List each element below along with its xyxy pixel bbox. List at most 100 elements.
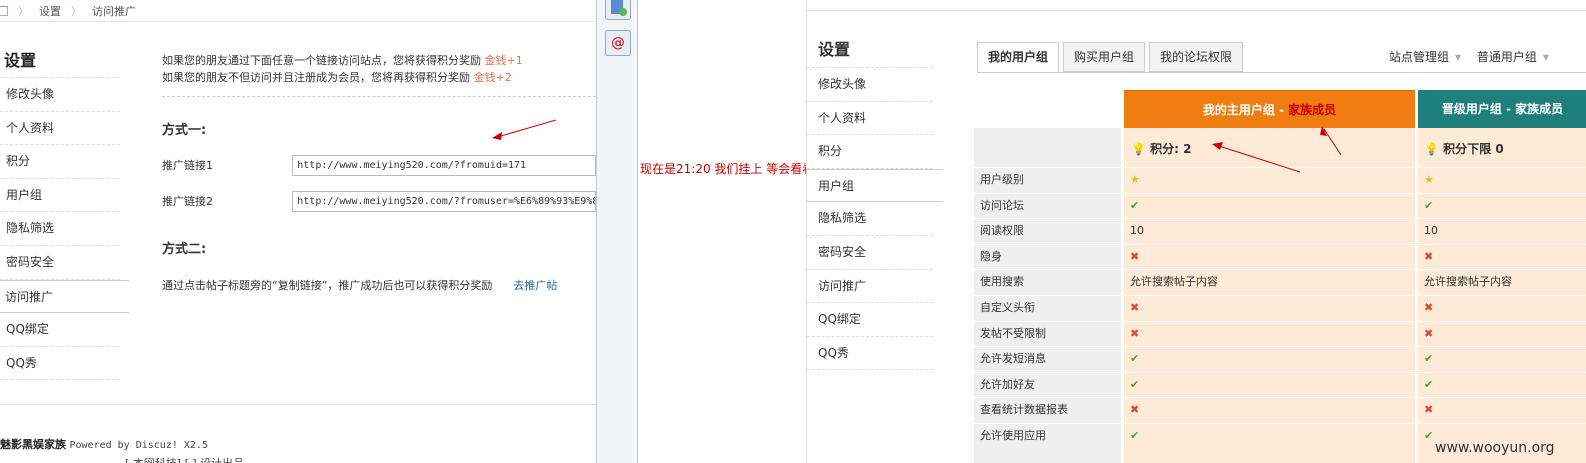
method-two-title: 方式二: [162,242,207,257]
cross-icon: ✖ [1424,403,1434,417]
sidebar-item-profile[interactable]: 个人资料 [0,112,120,146]
current-group-title: 我的主用户组 - [1202,103,1289,117]
sidebar-item-qq-bind[interactable]: QQ绑定 [0,313,120,347]
permission-label: 访问论坛 [980,198,1024,212]
lightbulb-icon: 💡 [1131,142,1146,156]
permission-label: 允许加好友 [980,377,1035,391]
current-group-cell: ✔ [1130,372,1139,397]
sidebar-item-privacy[interactable]: 隐私筛选 [0,212,120,246]
intro-line-2: 如果您的朋友不但访问并且注册成为会员，您将再获得积分奖励 金钱+2 [162,69,596,86]
sidebar-item-avatar[interactable]: 修改头像 [807,68,933,102]
current-group-cell: ✖ [1130,295,1139,320]
reward-badge: 金钱+1 [484,54,523,67]
next-group-cell: 10 [1424,218,1438,243]
link-row-2: 推广链接2 [162,190,596,212]
link-row-1: 推广链接1 [162,154,596,176]
check-icon: ✔ [1424,377,1434,391]
table-row: 查看统计数据报表 ✖ ✖ [974,397,1586,423]
site-name[interactable]: 魅影黑娱家族 [0,438,66,451]
sidebar-item-qq-bind[interactable]: QQ绑定 [807,303,933,337]
right-panel: 设置 修改头像 个人资料 积分 用户组 隐私筛选 密码安全 访问推广 QQ绑定 … [806,0,1586,463]
breadcrumb-item[interactable]: 访问推广 [92,3,136,19]
current-group-header: 我的主用户组 - 家族成员 [1124,90,1415,128]
next-group-cell: ✔ [1424,193,1433,218]
sidebar-item-password[interactable]: 密码安全 [807,236,933,270]
points-label: 积分下限 [1443,142,1492,156]
current-group-cell: ✔ [1130,423,1139,448]
link1-field[interactable] [292,154,596,176]
permission-value: 10 [1424,224,1438,238]
watermark: www.wooyun.org [1435,440,1555,456]
promote-thread-link[interactable]: 去推广帖 [513,279,557,292]
current-group-cell: ✖ [1130,244,1139,269]
check-icon: ✔ [1130,198,1140,212]
permission-value: 允许搜索帖子内容 [1424,275,1512,289]
home-icon[interactable] [0,5,8,16]
check-icon: ✔ [1130,352,1140,366]
sidebar-item-usergroup[interactable]: 用户组 [0,179,120,213]
left-panel: 〉 设置 〉 访问推广 设置 修改头像 个人资料 积分 用户组 隐私筛选 密码安… [0,0,596,463]
chevron-right-icon: 〉 [71,4,82,18]
footer-divider [0,404,596,405]
sidebar-item-qq-show[interactable]: QQ秀 [0,347,120,381]
chevron-down-icon[interactable]: ▾ [1543,50,1549,64]
cross-icon: ✖ [1424,249,1434,263]
mention-icon[interactable]: @ [605,30,631,56]
table-row: 阅读权限 10 10 [974,218,1586,244]
sidebar-item-profile[interactable]: 个人资料 [807,102,933,136]
sidebar-item-credits[interactable]: 积分 [807,135,933,169]
footer-credit: [ 本网科技] [ ] 设计出品 [125,455,244,463]
normal-group-select[interactable]: 普通用户组 [1477,50,1537,64]
powered-by[interactable]: Powered by Discuz! X2.5 [70,440,208,451]
row-divider [974,243,1586,245]
divider [162,96,596,97]
link2-field[interactable] [292,190,596,212]
current-group-cell: 允许搜索帖子内容 [1130,269,1218,294]
sidebar-title: 设置 [807,32,933,68]
breadcrumb: 〉 设置 〉 访问推广 [0,0,596,22]
sidebar-item-password[interactable]: 密码安全 [0,246,120,280]
sidebar-item-credits[interactable]: 积分 [0,145,120,179]
chevron-right-icon: 〉 [18,4,29,18]
row-divider [974,423,1586,424]
breadcrumb-item[interactable]: 设置 [39,3,61,19]
current-group-cell: 10 [1130,218,1144,243]
permission-value: 允许搜索帖子内容 [1130,275,1218,289]
add-doc-icon[interactable] [605,0,631,20]
next-group-cell: ✖ [1424,321,1433,346]
admin-group-select[interactable]: 站点管理组 [1389,50,1449,64]
check-icon: ✔ [1130,377,1140,391]
next-group-cell: ✔ [1424,423,1433,448]
lightbulb-icon: 💡 [1424,142,1439,156]
sidebar-item-promotion[interactable]: 访问推广 [0,279,129,314]
intro-line-1: 如果您的朋友通过下面任意一个链接访问站点，您将获得积分奖励 金钱+1 [162,52,596,69]
table-row: 隐身 ✖ ✖ [974,244,1586,270]
permission-label: 用户级别 [980,173,1024,186]
sidebar-item-privacy[interactable]: 隐私筛选 [807,202,933,236]
sidebar-item-avatar[interactable]: 修改头像 [0,78,120,112]
next-group-cell: ★ [1424,167,1434,192]
sidebar-item-usergroup[interactable]: 用户组 [807,168,943,203]
tab-buy-usergroup[interactable]: 购买用户组 [1063,42,1146,72]
settings-sidebar: 设置 修改头像 个人资料 积分 用户组 隐私筛选 密码安全 访问推广 QQ绑定 … [807,32,943,371]
row-divider [974,192,1586,194]
sidebar-item-promotion[interactable]: 访问推广 [807,270,933,304]
current-group-cell: ★ [1130,167,1140,192]
chevron-down-icon[interactable]: ▾ [1455,50,1461,64]
permission-label: 隐身 [980,249,1002,263]
annotation-arrows [1212,126,1342,173]
table-row: 自定义头衔 ✖ ✖ [974,295,1586,321]
check-icon: ✔ [1424,429,1434,442]
sidebar-item-qq-show[interactable]: QQ秀 [807,337,933,371]
annotation-note: 现在是21:20 我们挂上 等会看看 [640,162,815,176]
next-group-header: 晋级用户组 - 家族成员 [1418,90,1586,128]
tab-forum-permissions[interactable]: 我的论坛权限 [1149,42,1244,72]
table-row: 访问论坛 ✔ ✔ [974,193,1586,219]
reward-badge: 金钱+2 [473,71,512,84]
table-row: 发帖不受限制 ✖ ✖ [974,321,1586,347]
next-points: 💡 积分下限 0 [1424,140,1504,157]
footer: 魅影黑娱家族 Powered by Discuz! X2.5 [0,436,208,452]
table-row: 允许发短消息 ✔ ✔ [974,346,1586,372]
row-divider [974,346,1586,348]
tab-my-usergroup[interactable]: 我的用户组 [977,42,1060,72]
